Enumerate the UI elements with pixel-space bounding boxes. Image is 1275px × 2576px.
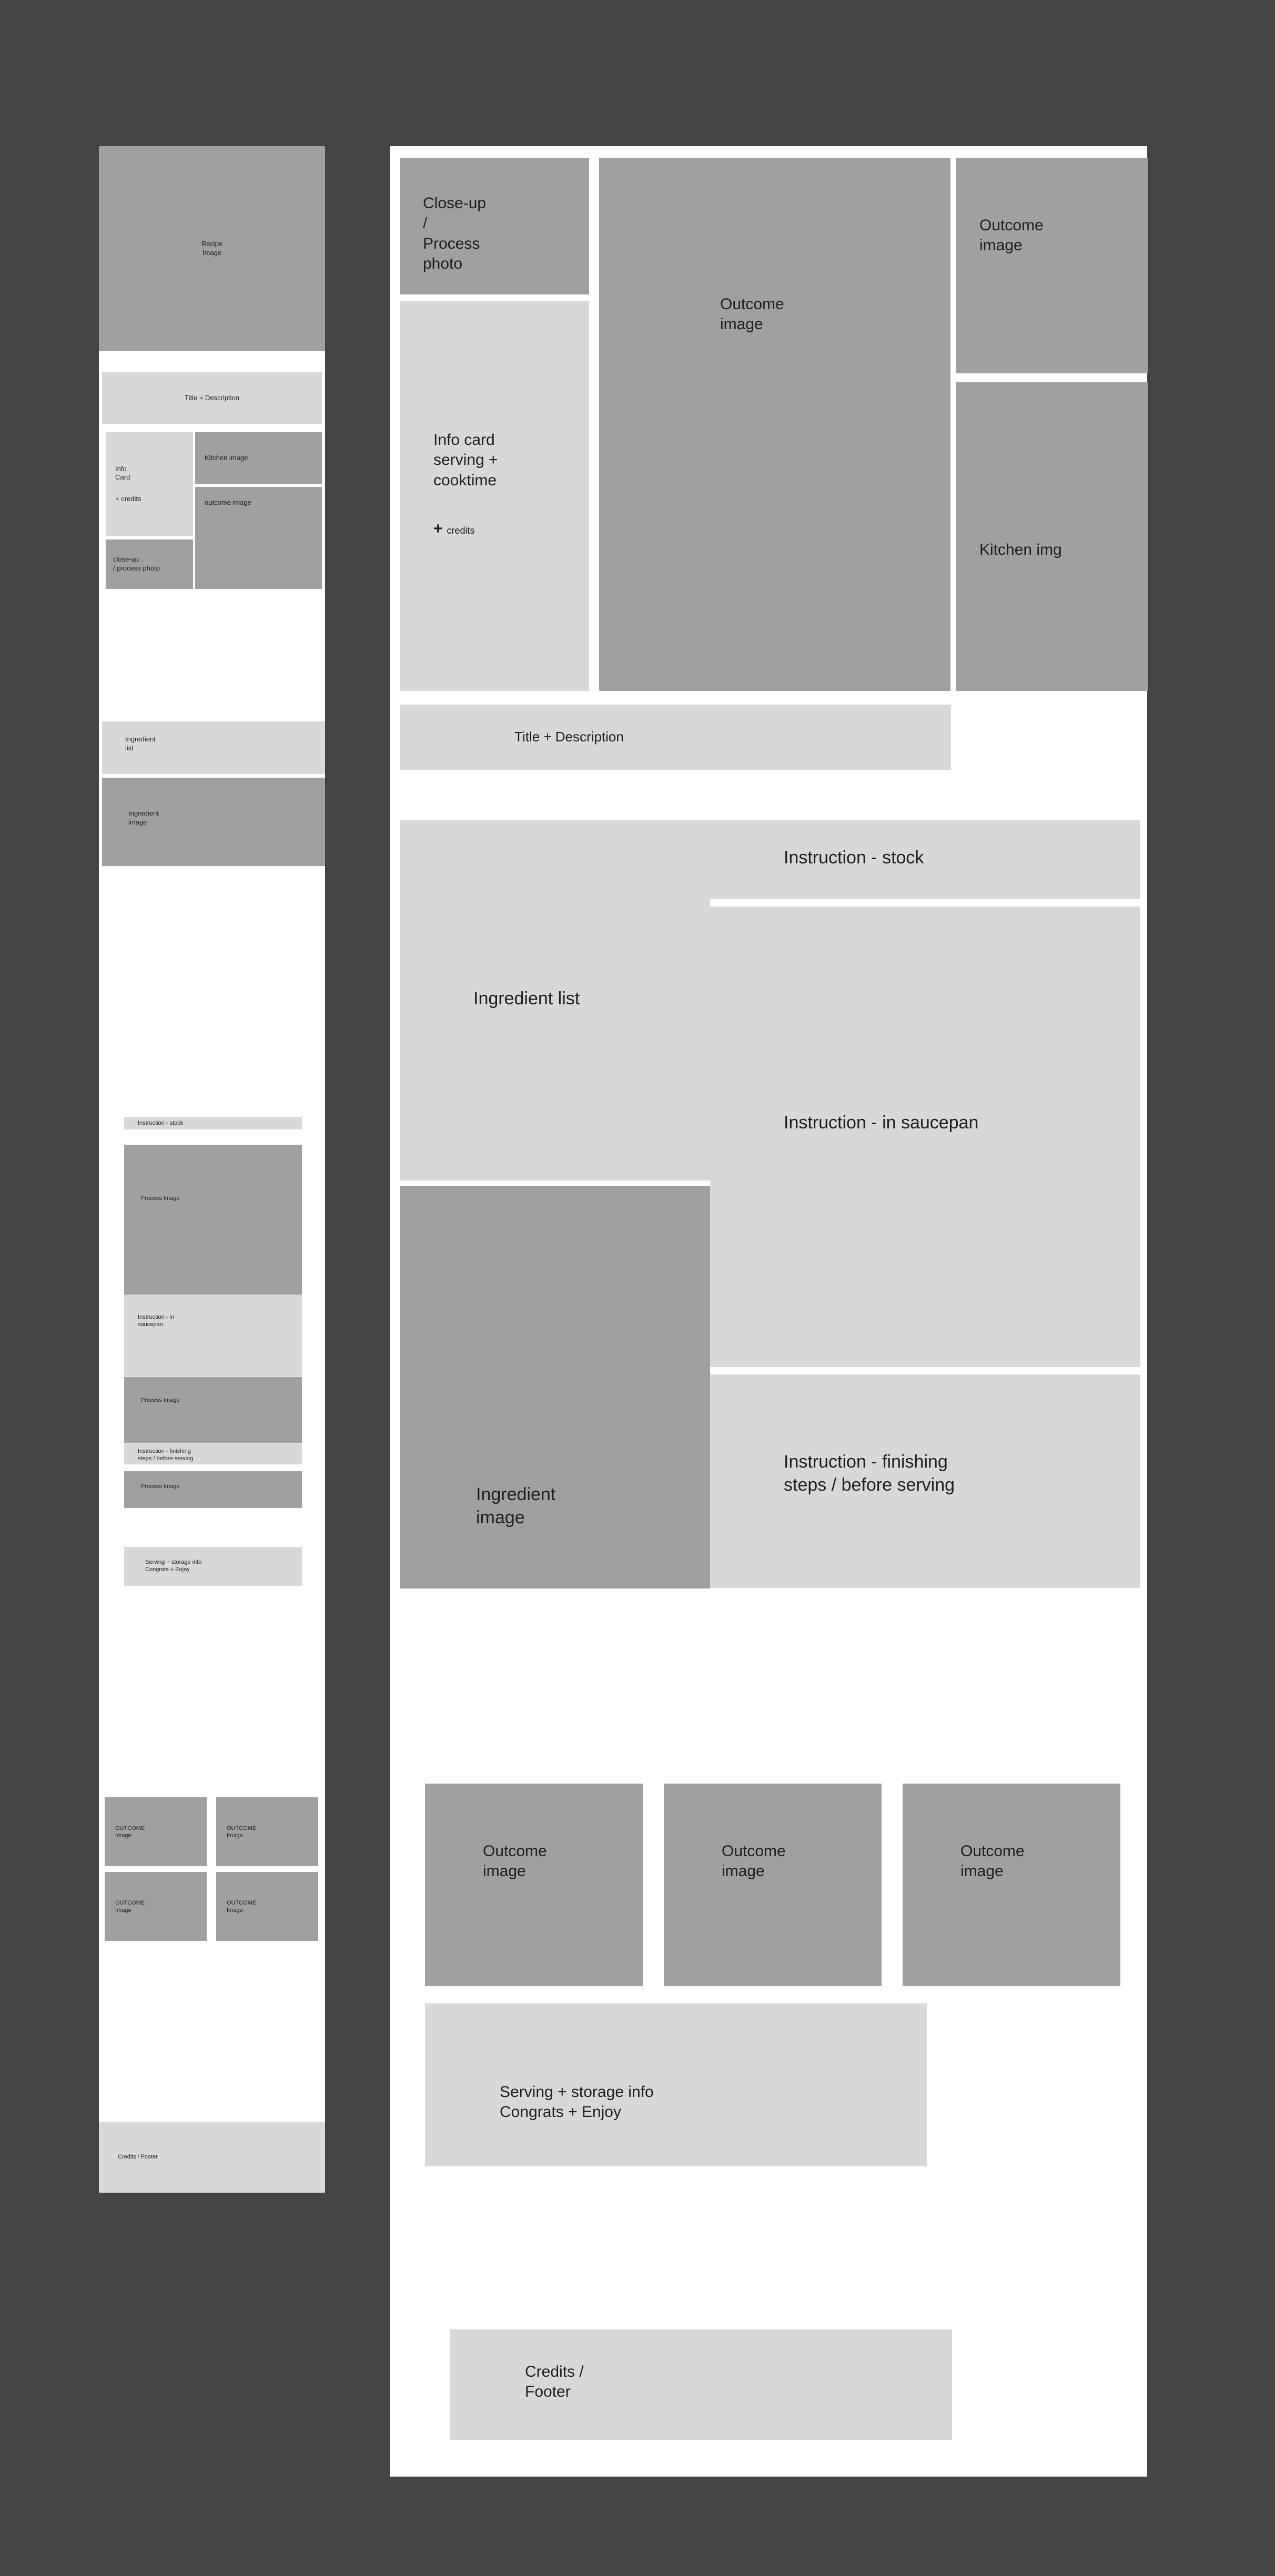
mobile-outcome-image-label: outcome image bbox=[205, 498, 251, 506]
desktop-info-card-credits: + credits bbox=[433, 520, 589, 538]
mobile-instruction-saucepan-label: Instruction - in saucepan bbox=[138, 1314, 175, 1328]
mobile-ingredient-image: Ingredient image bbox=[102, 778, 325, 866]
desktop-closeup-process-photo: Close-up / Process photo bbox=[400, 158, 589, 294]
mobile-process-image-3: Process Image bbox=[124, 1471, 302, 1508]
desktop-ingredient-image-label: Ingredient image bbox=[476, 1484, 556, 1528]
desktop-outcome-row-item-3: Outcome image bbox=[903, 1784, 1120, 1986]
mobile-ingredient-list-label: Ingredient list bbox=[125, 735, 156, 752]
desktop-outcome-image-right: Outcome image bbox=[956, 158, 1148, 373]
desktop-info-card: Info card serving + cooktime + credits bbox=[400, 301, 589, 691]
desktop-ingredient-image: Ingredient image bbox=[400, 1186, 710, 1589]
mobile-serving-storage: Serving + storage info Congrats + Enjoy bbox=[124, 1547, 302, 1586]
desktop-closeup-process-photo-label: Close-up / Process photo bbox=[423, 195, 487, 273]
desktop-instruction-finishing: Instruction - finishing steps / before s… bbox=[710, 1374, 1140, 1588]
desktop-outcome-image-hero: Outcome image bbox=[599, 158, 950, 691]
mobile-outcome-grid-item-1-label: OUTCOME Image bbox=[115, 1825, 145, 1839]
desktop-info-card-credits-plus: + bbox=[433, 520, 443, 538]
desktop-credits-footer: Credits / Footer bbox=[450, 2329, 952, 2440]
desktop-serving-storage-label: Serving + storage info Congrats + Enjoy bbox=[500, 2083, 654, 2121]
mobile-process-image-2-label: Process Image bbox=[141, 1397, 180, 1403]
desktop-instruction-saucepan: Instruction - in saucepan bbox=[710, 907, 1140, 1367]
mobile-recipe-image-label: Recipe Image bbox=[201, 240, 223, 257]
mobile-instruction-finishing-label: Instruction - finishing steps / before s… bbox=[138, 1448, 194, 1462]
desktop-outcome-row-item-1-box: Outcome image bbox=[425, 1784, 643, 1986]
mobile-serving-storage-label: Serving + storage info Congrats + Enjoy bbox=[145, 1559, 202, 1573]
mobile-instruction-stock: Instruction - stock bbox=[124, 1117, 302, 1129]
mobile-outcome-grid-item-4: OUTCOME Image bbox=[216, 1872, 318, 1941]
mobile-kitchen-image-label: Kitchen image bbox=[205, 453, 248, 462]
mobile-instruction-finishing: Instruction - finishing steps / before s… bbox=[124, 1443, 302, 1464]
mobile-credits-footer: Credits / Footer bbox=[99, 2122, 325, 2193]
mobile-process-image-1-label: Process Image bbox=[141, 1195, 180, 1202]
desktop-title-description: Title + Description bbox=[400, 705, 951, 770]
mobile-outcome-grid-item-2-label: OUTCOME Image bbox=[227, 1825, 257, 1839]
mobile-recipe-image: Recipe Image bbox=[99, 146, 325, 351]
desktop-instruction-stock-label: Instruction - stock bbox=[784, 848, 924, 868]
mobile-ingredient-image-label: Ingredient image bbox=[128, 809, 159, 826]
mobile-outcome-grid-item-1: OUTCOME Image bbox=[105, 1797, 207, 1866]
mobile-outcome-image: outcome image bbox=[195, 487, 322, 589]
desktop-outcome-row-item-2-label: Outcome image bbox=[722, 1842, 786, 1880]
desktop-outcome-row-item-2: Outcome image bbox=[664, 1784, 882, 1986]
desktop-outcome-image-right-label: Outcome image bbox=[979, 217, 1044, 254]
desktop-ingredient-list: Ingredient list bbox=[400, 820, 710, 1180]
desktop-outcome-row-item-3-label: Outcome image bbox=[960, 1842, 1025, 1880]
desktop-kitchen-image: Kitchen img bbox=[956, 382, 1148, 691]
desktop-serving-storage: Serving + storage info Congrats + Enjoy bbox=[425, 2003, 927, 2166]
desktop-title-description-label: Title + Description bbox=[514, 729, 624, 745]
desktop-ingredient-list-label: Ingredient list bbox=[473, 989, 580, 1009]
mobile-ingredient-list: Ingredient list bbox=[102, 721, 325, 774]
mobile-outcome-grid-item-2: OUTCOME Image bbox=[216, 1797, 318, 1866]
mobile-instruction-saucepan: Instruction - in saucepan bbox=[124, 1295, 302, 1376]
desktop-info-card-credits-word: credits bbox=[447, 525, 475, 536]
mobile-title-description-label: Title + Description bbox=[185, 393, 239, 402]
mobile-title-description: Title + Description bbox=[102, 372, 322, 424]
mobile-credits-footer-label: Credits / Footer bbox=[118, 2154, 158, 2160]
mobile-outcome-grid-item-4-label: OUTCOME Image bbox=[227, 1900, 257, 1914]
desktop-outcome-image-hero-label: Outcome image bbox=[720, 296, 784, 333]
mobile-kitchen-image: Kitchen image bbox=[195, 432, 322, 484]
mobile-instruction-stock-label: Instruction - stock bbox=[138, 1119, 184, 1126]
mobile-outcome-grid-item-3-label: OUTCOME Image bbox=[115, 1900, 145, 1914]
desktop-instruction-saucepan-label: Instruction - in saucepan bbox=[784, 1113, 979, 1133]
desktop-kitchen-image-label: Kitchen img bbox=[979, 541, 1062, 558]
mobile-info-card-credits-label: + credits bbox=[115, 494, 141, 503]
mobile-process-image-3-label: Process Image bbox=[141, 1483, 180, 1490]
desktop-outcome-row-item-1-box-label: Outcome image bbox=[483, 1842, 547, 1880]
mobile-outcome-grid-item-3: OUTCOME Image bbox=[105, 1872, 207, 1941]
desktop-instruction-stock: Instruction - stock bbox=[710, 820, 1140, 899]
desktop-info-card-label: Info card serving + cooktime bbox=[433, 431, 498, 489]
wireframe-canvas: Recipe Image Title + Description Info Ca… bbox=[0, 0, 1275, 2576]
mobile-info-card-label: Info Card bbox=[115, 464, 130, 482]
mobile-closeup-process-photo: close-up / process photo bbox=[106, 539, 193, 589]
mobile-closeup-process-photo-label: close-up / process photo bbox=[113, 555, 160, 572]
mobile-process-image-2: Process Image bbox=[124, 1377, 302, 1443]
mobile-info-card: Info Card + credits bbox=[106, 432, 193, 536]
desktop-credits-footer-label: Credits / Footer bbox=[525, 2363, 584, 2401]
mobile-process-image-1: Process Image bbox=[124, 1145, 302, 1297]
desktop-instruction-finishing-label: Instruction - finishing steps / before s… bbox=[784, 1452, 955, 1495]
